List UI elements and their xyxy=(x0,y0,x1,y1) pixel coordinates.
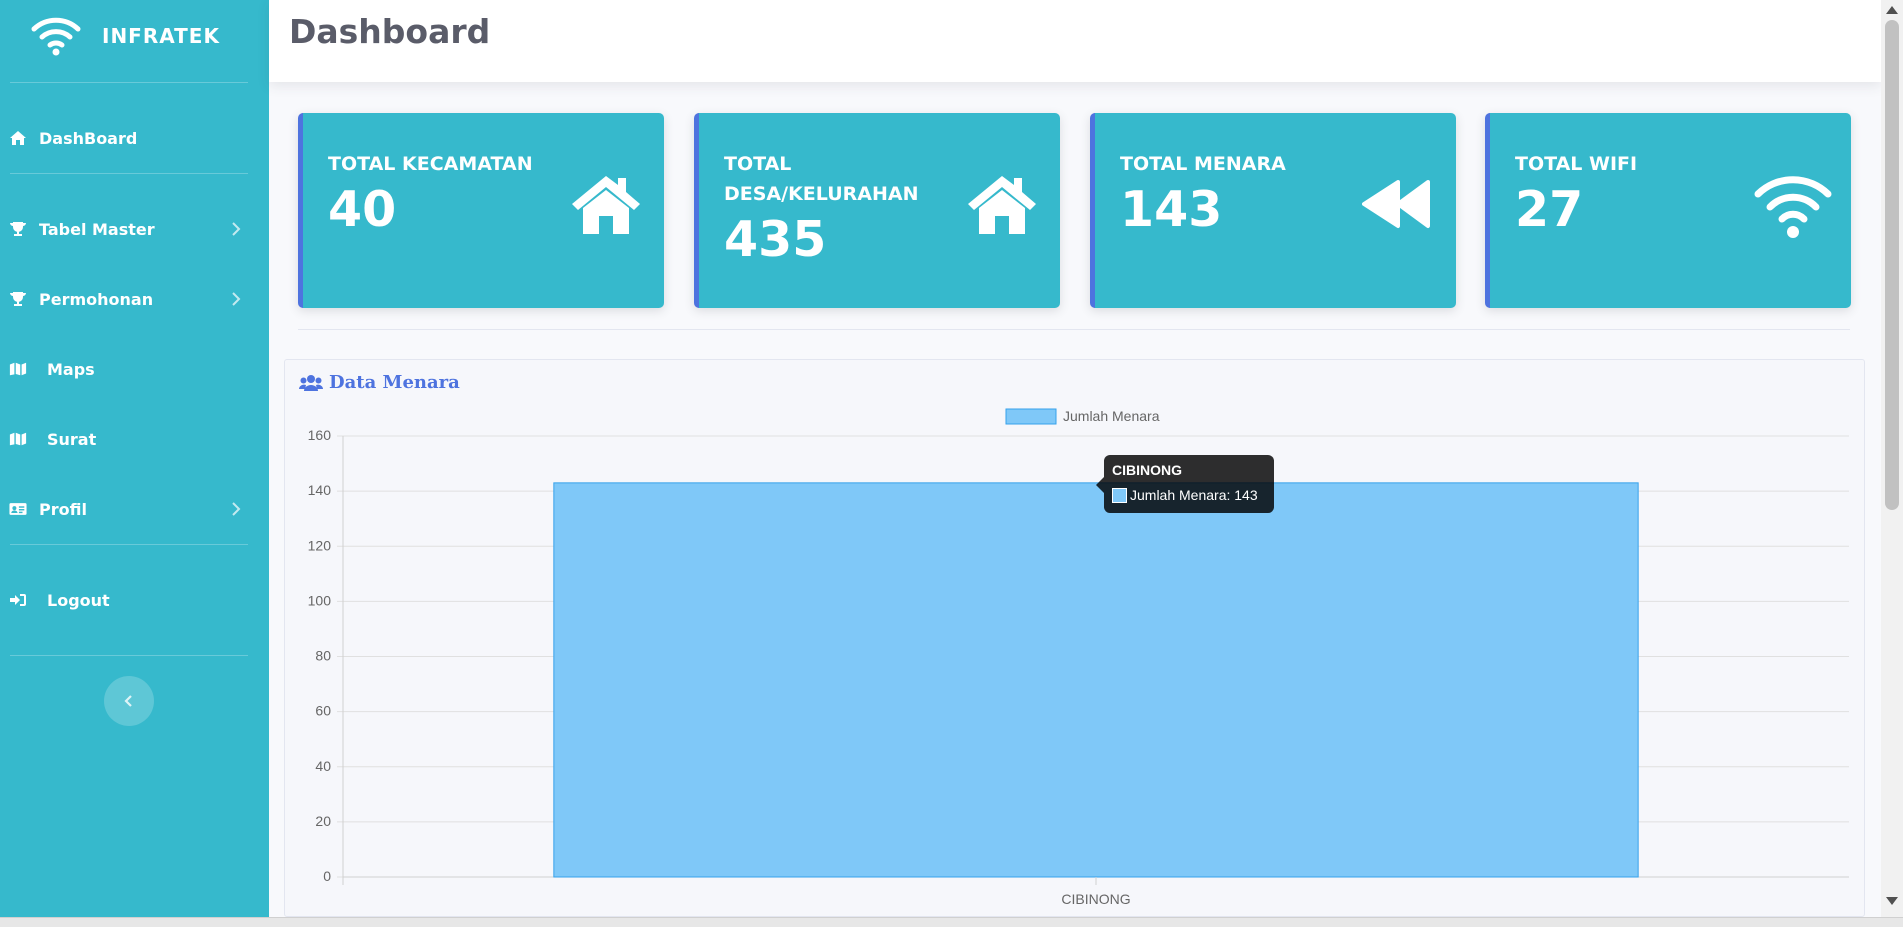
sidebar-item-label: Permohonan xyxy=(39,289,154,309)
card-value: 27 xyxy=(1515,181,1584,238)
card-value: 40 xyxy=(328,181,397,238)
sidebar-divider xyxy=(10,82,248,83)
sidebar-toggle-button[interactable] xyxy=(104,676,154,726)
card-title: TOTAL MENARA xyxy=(1120,153,1286,175)
scroll-down-arrow-icon[interactable] xyxy=(1886,897,1898,905)
y-tick-label: 20 xyxy=(315,813,331,829)
backward-icon xyxy=(1362,180,1430,228)
vertical-scrollbar[interactable] xyxy=(1881,0,1903,917)
tooltip-swatch xyxy=(1112,488,1127,503)
y-tick-label: 0 xyxy=(323,868,331,884)
sidebar-item-label: Surat xyxy=(47,429,97,449)
card-title-block: TOTAL DESA/KELURAHAN 435 xyxy=(724,149,924,267)
card-title: TOTAL DESA/KELURAHAN xyxy=(724,153,919,205)
home-icon xyxy=(572,176,640,234)
sidebar-divider xyxy=(10,544,248,545)
home-icon xyxy=(9,129,27,147)
topbar: Dashboard xyxy=(269,0,1881,82)
y-tick-label: 160 xyxy=(308,427,332,443)
users-icon xyxy=(299,374,323,391)
sidebar-item-permohonan[interactable]: Permohonan xyxy=(0,279,269,319)
chart-title: Data Menara xyxy=(329,372,460,393)
card-total-kecamatan[interactable]: TOTAL KECAMATAN 40 xyxy=(298,113,664,308)
card-total-desa-kelurahan[interactable]: TOTAL DESA/KELURAHAN 435 xyxy=(694,113,1060,308)
card-title-block: TOTAL MENARA 143 xyxy=(1120,149,1350,237)
chart-tooltip: CIBINONG Jumlah Menara: 143 xyxy=(1096,455,1274,513)
chart-panel: 0 20 40 60 80 100 120 140 160 CIBINONG Jumlah Mena… xyxy=(284,359,1865,917)
sidebar-item-label: Logout xyxy=(47,590,110,610)
scroll-thumb[interactable] xyxy=(1885,20,1899,510)
bar-chart: 0 20 40 60 80 100 120 140 160 CIBINONG Jumlah Mena… xyxy=(308,408,1849,907)
sidebar-item-maps[interactable]: Maps xyxy=(0,349,269,389)
chevron-right-icon xyxy=(232,222,241,236)
map-icon xyxy=(9,430,27,448)
sign-out-icon xyxy=(9,591,27,609)
trophy-icon xyxy=(9,290,27,308)
sidebar-item-logout[interactable]: Logout xyxy=(0,580,269,620)
trophy-icon xyxy=(9,220,27,238)
card-title-block: TOTAL WIFI 27 xyxy=(1515,149,1745,237)
legend-swatch xyxy=(1005,408,1057,425)
card-title-block: TOTAL KECAMATAN 40 xyxy=(328,149,558,237)
brand-name: INFRATEK xyxy=(102,24,220,48)
page-title: Dashboard xyxy=(289,12,491,51)
card-value: 435 xyxy=(724,211,827,268)
tooltip-title: CIBINONG xyxy=(1112,462,1182,478)
card-value: 143 xyxy=(1120,181,1223,238)
sidebar-divider xyxy=(10,655,248,656)
sidebar-item-profil[interactable]: Profil xyxy=(0,489,269,529)
chevron-left-icon xyxy=(124,695,132,707)
chevron-right-icon xyxy=(232,502,241,516)
sidebar-item-label: Profil xyxy=(39,499,87,519)
sidebar-item-label: Tabel Master xyxy=(39,219,155,239)
y-tick-label: 100 xyxy=(308,592,332,608)
sidebar-item-dashboard[interactable]: DashBoard xyxy=(0,118,269,158)
y-tick-label: 120 xyxy=(308,537,332,553)
x-tick-label: CIBINONG xyxy=(1061,891,1130,907)
home-icon xyxy=(968,176,1036,234)
chevron-right-icon xyxy=(232,292,241,306)
sidebar-item-label: Maps xyxy=(47,359,95,379)
y-tick-label: 40 xyxy=(315,758,331,774)
card-title: TOTAL KECAMATAN xyxy=(328,153,533,175)
chart-header: Data Menara xyxy=(299,372,460,393)
map-icon xyxy=(9,360,27,378)
card-total-menara[interactable]: TOTAL MENARA 143 xyxy=(1090,113,1456,308)
sidebar: INFRATEK DashBoard Tabel Master Permohon… xyxy=(0,0,269,917)
sidebar-item-label: DashBoard xyxy=(39,128,138,148)
y-tick-label: 80 xyxy=(315,648,331,664)
sidebar-divider xyxy=(10,173,248,174)
sidebar-item-tabel-master[interactable]: Tabel Master xyxy=(0,209,269,249)
window-bottom-edge xyxy=(0,917,1903,927)
card-title: TOTAL WIFI xyxy=(1515,153,1638,175)
tooltip-label: Jumlah Menara: 143 xyxy=(1130,487,1258,503)
wifi-icon xyxy=(1754,176,1832,238)
brand[interactable]: INFRATEK xyxy=(0,0,269,82)
sidebar-item-surat[interactable]: Surat xyxy=(0,419,269,459)
card-total-wifi[interactable]: TOTAL WIFI 27 xyxy=(1485,113,1851,308)
bar-cibinong xyxy=(553,482,1639,878)
content-divider xyxy=(298,329,1850,330)
id-card-icon xyxy=(9,500,27,518)
scroll-up-arrow-icon[interactable] xyxy=(1886,6,1898,14)
y-tick-label: 140 xyxy=(308,482,332,498)
wifi-icon xyxy=(31,17,81,56)
y-tick-label: 60 xyxy=(315,703,331,719)
app-window: INFRATEK DashBoard Tabel Master Permohon… xyxy=(0,0,1903,927)
legend-label: Jumlah Menara xyxy=(1063,408,1160,424)
